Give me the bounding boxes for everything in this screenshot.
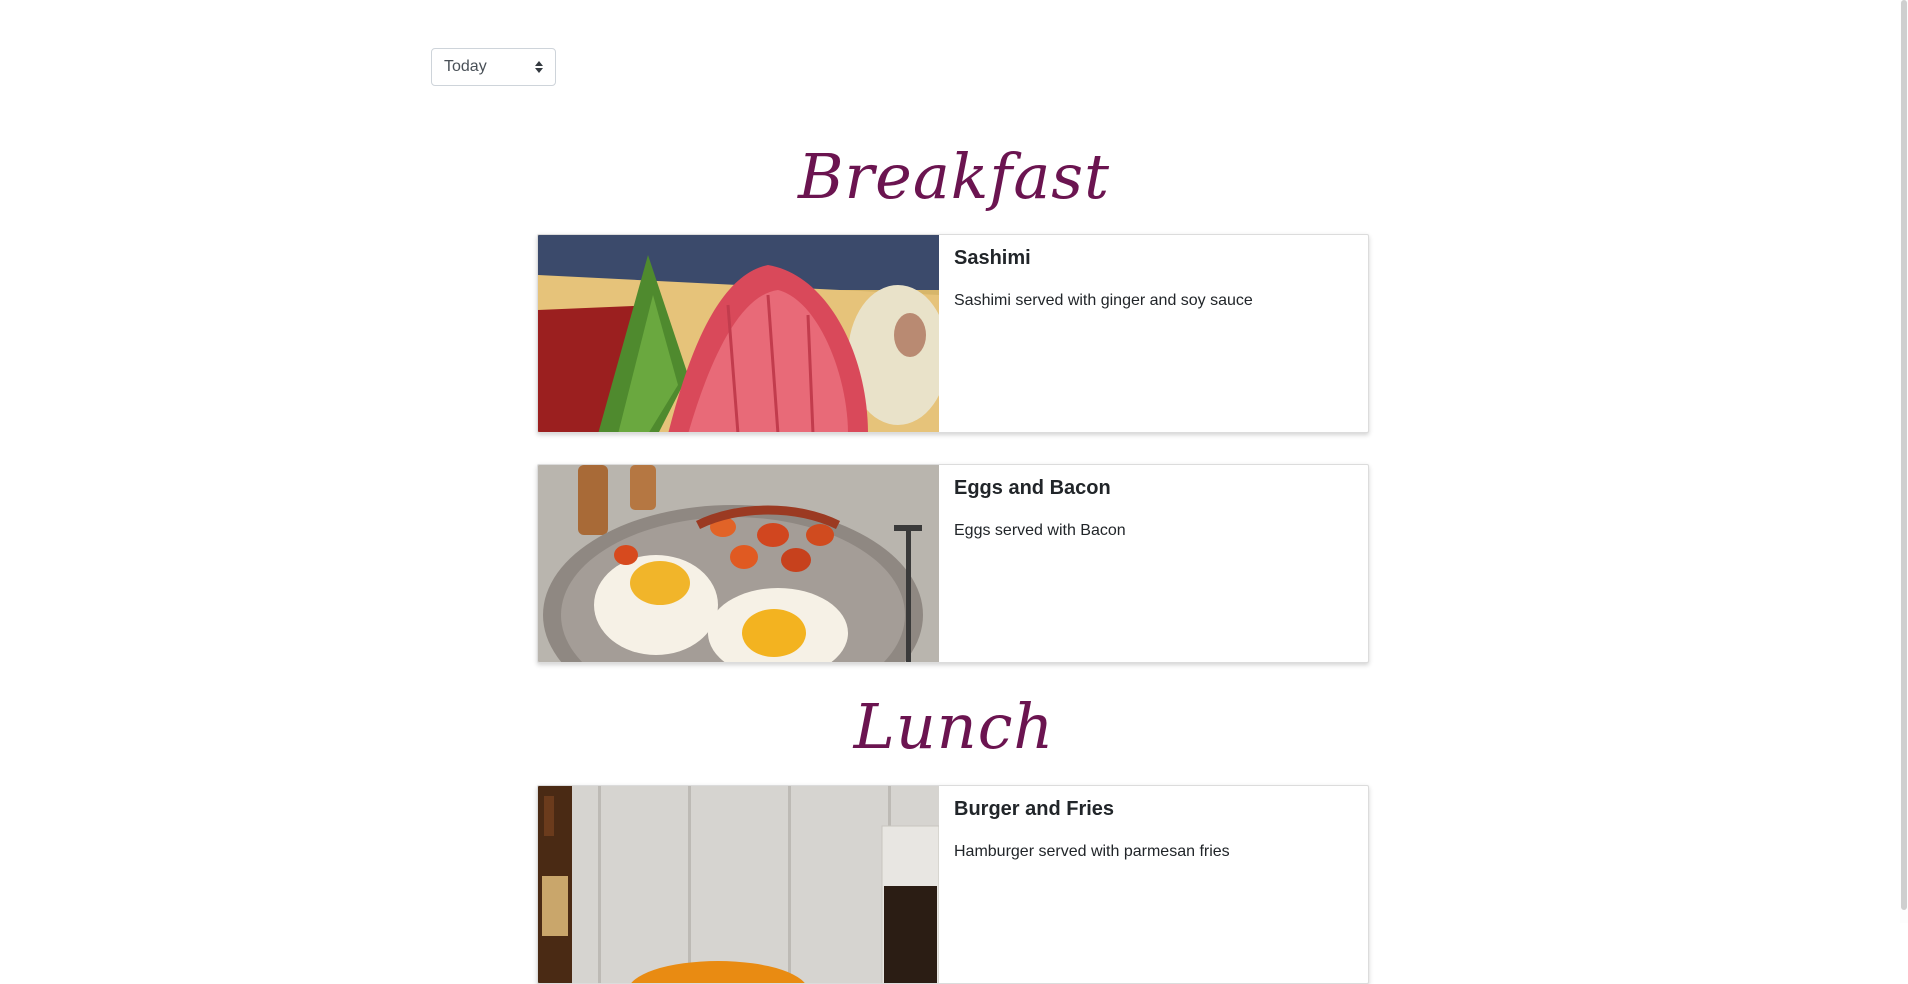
menu-item-name: Sashimi xyxy=(954,247,1031,269)
eggs-bacon-photo xyxy=(538,465,939,662)
menu-item-card[interactable]: Eggs and Bacon Eggs served with Bacon xyxy=(537,464,1369,663)
scrollbar-thumb[interactable] xyxy=(1901,0,1907,910)
menu-item-description: Sashimi served with ginger and soy sauce xyxy=(954,292,1253,309)
section-title-breakfast: Breakfast xyxy=(797,140,1111,213)
select-arrows-icon xyxy=(535,60,543,74)
sashimi-photo xyxy=(538,235,939,432)
menu-item-description: Hamburger served with parmesan fries xyxy=(954,843,1230,860)
menu-item-description: Eggs served with Bacon xyxy=(954,522,1126,539)
menu-item-name: Eggs and Bacon xyxy=(954,477,1111,499)
menu-item-card[interactable]: Sashimi Sashimi served with ginger and s… xyxy=(537,234,1369,433)
menu-item-card[interactable]: Burger and Fries Hamburger served with p… xyxy=(537,785,1369,984)
date-select-value: Today xyxy=(444,58,487,75)
vertical-scrollbar[interactable] xyxy=(1900,0,1908,923)
burger-fries-photo xyxy=(538,786,939,983)
menu-item-name: Burger and Fries xyxy=(954,798,1115,820)
section-title-lunch: Lunch xyxy=(853,690,1055,763)
menu-page: Today Breakfast Sashimi Sashimi served w… xyxy=(0,0,1908,984)
date-select[interactable]: Today xyxy=(431,48,556,86)
